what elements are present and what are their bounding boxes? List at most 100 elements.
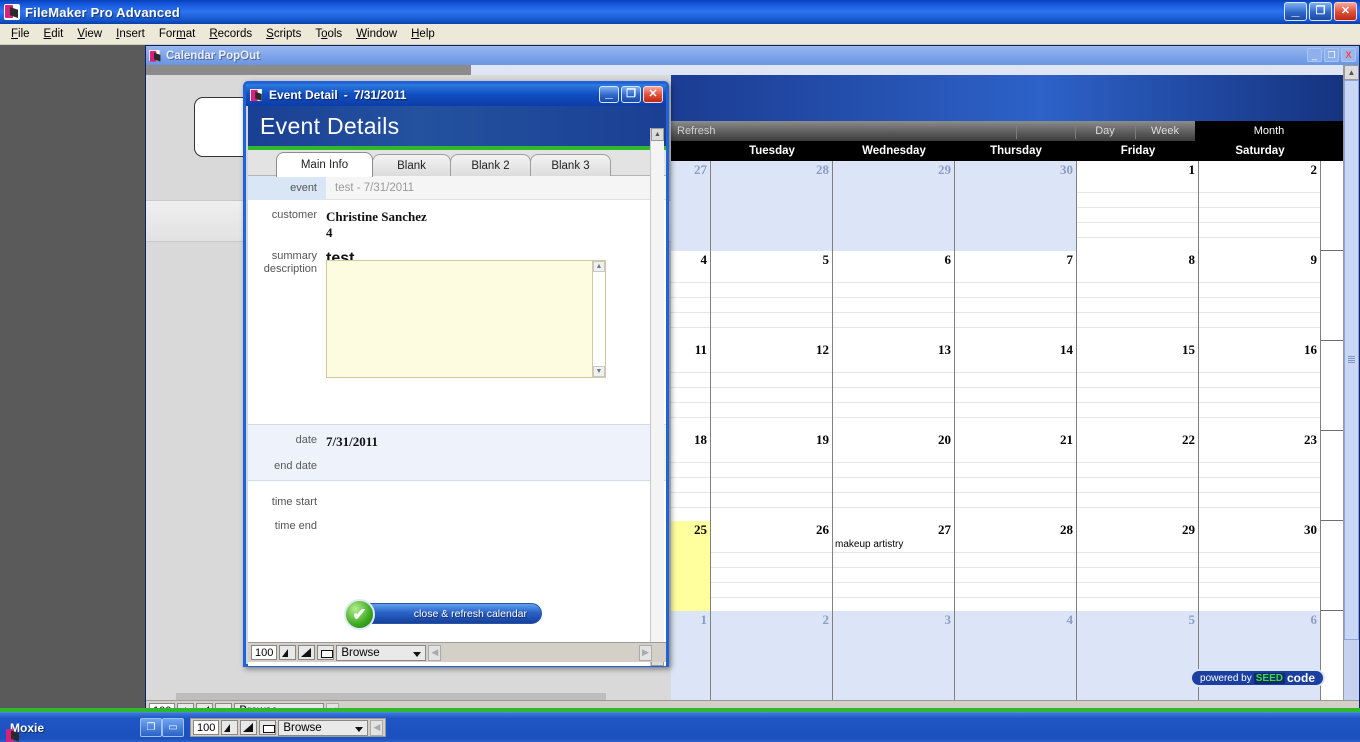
calendar-day-cell[interactable]: 21	[955, 431, 1077, 521]
calendar-day-cell[interactable]: 29	[1077, 521, 1199, 611]
calendar-day-cell[interactable]: 29	[833, 161, 955, 251]
calendar-day-cell[interactable]: 26	[711, 521, 833, 611]
date-field-value[interactable]: 7/31/2011	[326, 431, 666, 450]
minimize-button[interactable]: _	[1284, 2, 1307, 21]
calendar-day-cell[interactable]: 9	[1199, 251, 1321, 341]
taskbar-window-button[interactable]: Moxie	[5, 721, 140, 735]
view-week-button[interactable]: Week	[1135, 121, 1195, 141]
tab-main-info[interactable]: Main Info	[276, 152, 373, 177]
menu-file[interactable]: FFileile	[4, 26, 37, 42]
calendar-restore-button[interactable]: ❐	[1324, 48, 1339, 62]
taskbar: Moxie ❐ ▭ 100 Browse ◀	[0, 712, 1360, 742]
zoom-level[interactable]: 100	[193, 720, 220, 735]
calendar-day-cell[interactable]: 23	[1199, 431, 1321, 521]
restore-button[interactable]: ❐	[1309, 2, 1332, 21]
scrollbar-track[interactable]	[1344, 80, 1359, 705]
refresh-button[interactable]: Refresh	[671, 125, 716, 137]
view-day-button[interactable]: Day	[1075, 121, 1135, 141]
menu-format[interactable]: Format	[152, 26, 202, 42]
mode-selector[interactable]: Browse	[336, 644, 427, 661]
scroll-down-icon[interactable]: ▼	[593, 366, 605, 377]
calendar-day-cell[interactable]: 3	[833, 611, 955, 701]
scroll-up-icon[interactable]: ▲	[593, 261, 605, 272]
event-field-value[interactable]: test - 7/31/2011	[326, 182, 666, 194]
scroll-left-button[interactable]: ◀	[370, 719, 384, 736]
calendar-day-cell[interactable]: 30	[1199, 521, 1321, 611]
tab-blank[interactable]: Blank	[372, 154, 451, 176]
calendar-window-titlebar: Calendar PopOut _ ❐ X	[146, 46, 1359, 65]
close-button[interactable]: ✕	[1334, 2, 1357, 21]
mode-selector[interactable]: Browse	[278, 719, 369, 736]
time-start-field-value[interactable]	[326, 493, 666, 496]
status-toggle-icon[interactable]	[317, 645, 335, 660]
calendar-minimize-button[interactable]: _	[1307, 48, 1322, 62]
calendar-day-cell[interactable]: 30	[955, 161, 1077, 251]
taskbar-restore-button[interactable]: ❐	[140, 718, 162, 737]
calendar-day-cell[interactable]: 28	[955, 521, 1077, 611]
menu-tools[interactable]: Tools	[308, 26, 349, 42]
menu-view[interactable]: View	[70, 26, 109, 42]
event-minimize-button[interactable]: _	[599, 85, 619, 103]
calendar-day-cell[interactable]: 5	[711, 251, 833, 341]
menu-records[interactable]: Records	[202, 26, 259, 42]
event-close-button[interactable]: ✕	[643, 86, 663, 103]
menu-edit[interactable]: Edit	[37, 26, 71, 42]
menu-insert[interactable]: Insert	[109, 26, 152, 42]
calendar-day-cell[interactable]: 12	[711, 341, 833, 431]
tab-blank-3[interactable]: Blank 3	[530, 154, 611, 176]
calendar-day-cell[interactable]: 5	[1077, 611, 1199, 701]
scroll-right-button[interactable]: ▶	[639, 644, 652, 661]
zoom-out-icon[interactable]	[279, 645, 297, 660]
description-textarea[interactable]: ▲ ▼	[326, 260, 606, 378]
close-refresh-calendar-button[interactable]: ✔ close & refresh calendar	[344, 599, 542, 630]
calendar-day-cell[interactable]: 7	[955, 251, 1077, 341]
calendar-day-cell[interactable]: 15	[1077, 341, 1199, 431]
zoom-out-icon[interactable]	[221, 720, 239, 735]
calendar-day-cell[interactable]: 27 makeup artistry	[833, 521, 955, 611]
scroll-up-icon[interactable]: ▲	[651, 128, 664, 141]
calendar-day-cell[interactable]: 28	[711, 161, 833, 251]
calendar-day-cell[interactable]: 4	[955, 611, 1077, 701]
zoom-level[interactable]: 100	[251, 645, 278, 660]
end-date-field-value[interactable]	[326, 457, 666, 460]
menu-help[interactable]: Help	[404, 26, 442, 42]
customer-field-value[interactable]: Christine Sanchez 4	[326, 206, 666, 241]
menu-scripts[interactable]: Scripts	[259, 26, 308, 42]
calendar-day-cell[interactable]: 22	[1077, 431, 1199, 521]
calendar-day-cell[interactable]: 18	[671, 431, 711, 521]
calendar-window-scrollbar[interactable]: ▲ ▼	[1343, 65, 1359, 720]
zoom-in-icon[interactable]	[240, 720, 258, 735]
calendar-day-cell[interactable]: 4	[671, 251, 711, 341]
taskbar-maximize-button[interactable]: ▭	[162, 718, 184, 737]
menu-window[interactable]: Window	[349, 26, 404, 42]
calendar-day-cell[interactable]: 16	[1199, 341, 1321, 431]
calendar-day-cell-today[interactable]: 25	[671, 521, 711, 611]
calendar-day-cell[interactable]: 1	[1077, 161, 1199, 251]
time-end-field-value[interactable]	[326, 517, 666, 520]
calendar-day-cell[interactable]: 8	[1077, 251, 1199, 341]
tab-blank-2[interactable]: Blank 2	[450, 154, 531, 176]
calendar-day-cell[interactable]: 1	[671, 611, 711, 701]
calendar-day-cell[interactable]: 19	[711, 431, 833, 521]
event-restore-button[interactable]: ❐	[621, 86, 641, 103]
scrollbar-track[interactable]	[593, 272, 605, 366]
calendar-day-cell[interactable]: 11	[671, 341, 711, 431]
calendar-event[interactable]: makeup artistry	[835, 539, 903, 550]
seedcode-badge[interactable]: powered by SEED code	[1190, 669, 1325, 687]
calendar-day-cell[interactable]: 13	[833, 341, 955, 431]
calendar-day-cell[interactable]: 2	[1199, 161, 1321, 251]
zoom-in-icon[interactable]	[298, 645, 316, 660]
description-scrollbar[interactable]: ▲ ▼	[592, 261, 605, 377]
scroll-left-button[interactable]: ◀	[428, 644, 442, 661]
status-toggle-icon[interactable]	[259, 720, 277, 735]
calendar-day-cell[interactable]: 20	[833, 431, 955, 521]
view-month-button[interactable]: Month	[1195, 121, 1343, 141]
calendar-close-button[interactable]: X	[1341, 48, 1356, 62]
calendar-day-cell[interactable]: 2	[711, 611, 833, 701]
calendar-day-cell[interactable]: 14	[955, 341, 1077, 431]
event-dialog-scrollbar[interactable]: ▲ ▼	[650, 128, 664, 666]
calendar-day-cell[interactable]: 6	[833, 251, 955, 341]
calendar-day-cell[interactable]: 6	[1199, 611, 1321, 701]
scroll-up-icon[interactable]: ▲	[1344, 65, 1359, 80]
calendar-day-cell[interactable]: 27	[671, 161, 711, 251]
